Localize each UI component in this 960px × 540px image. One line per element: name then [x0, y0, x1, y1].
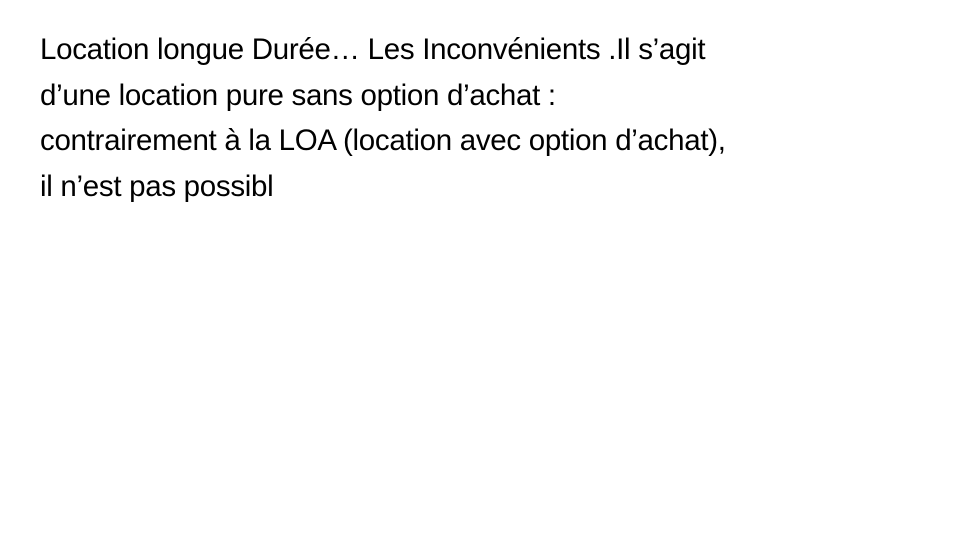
text-line-1: Location longue Durée… Les Inconvénients… [40, 33, 706, 66]
text-line-4: il n’est pas possibl [40, 169, 274, 203]
text-line-2: d’une location pure sans option d’achat … [40, 78, 556, 112]
slide-body-text: Location longue Durée… Les Inconvénients… [40, 27, 920, 209]
slide: Location longue Durée… Les Inconvénients… [0, 0, 960, 540]
text-line-3: contrairement à la LOA (location avec op… [40, 124, 726, 157]
